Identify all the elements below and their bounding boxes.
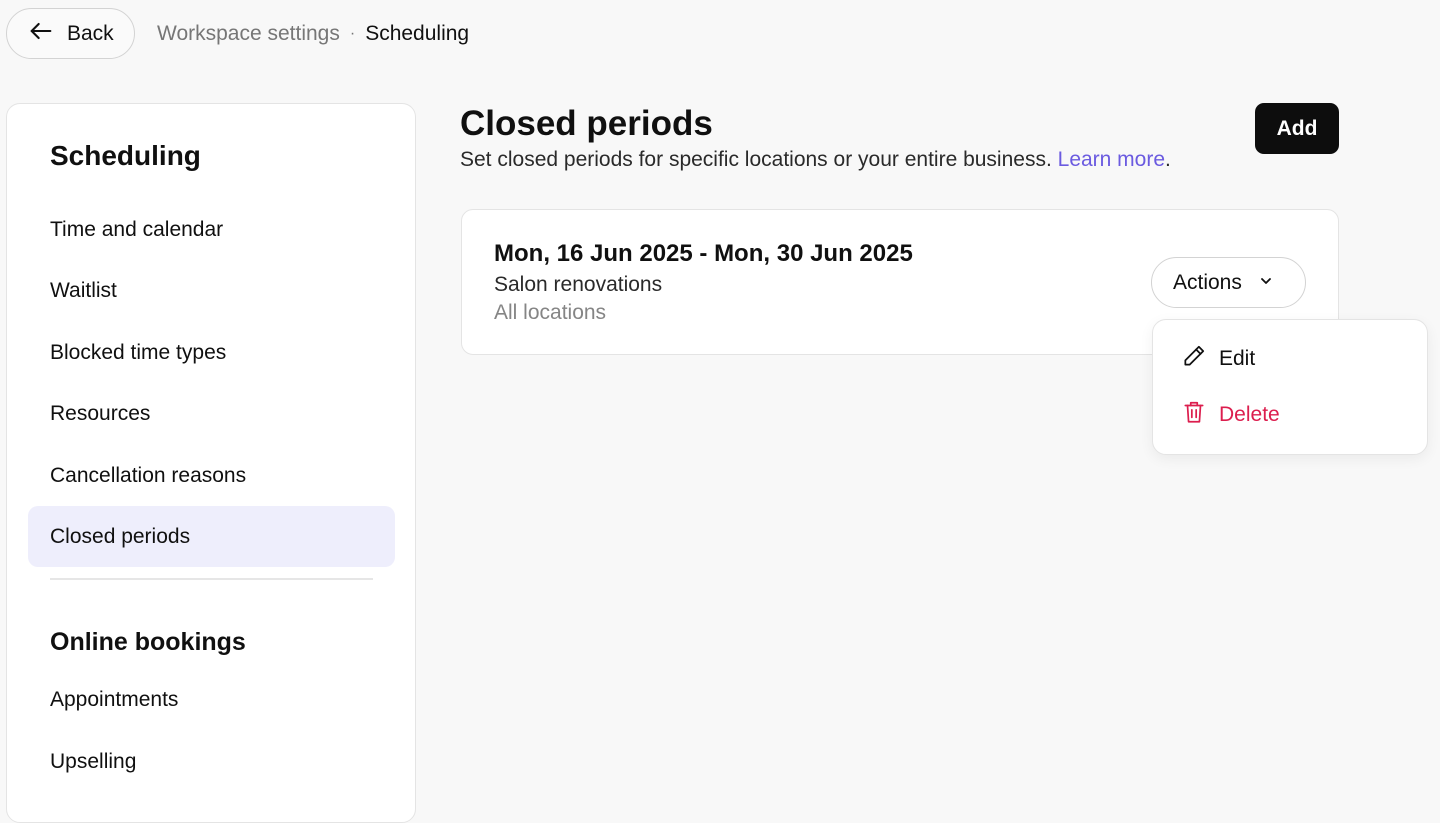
page-title: Closed periods [460, 104, 713, 143]
breadcrumb-current: Scheduling [365, 22, 470, 45]
back-label: Back [67, 21, 114, 45]
menu-item-label: Delete [1219, 403, 1280, 426]
sidebar-item-resources[interactable]: Resources [28, 383, 395, 444]
learn-more-link[interactable]: Learn more [1058, 148, 1165, 171]
menu-item-edit[interactable]: Edit [1181, 341, 1255, 377]
menu-item-delete[interactable]: Delete [1181, 397, 1280, 433]
breadcrumb-parent[interactable]: Workspace settings [157, 22, 340, 46]
page-description: Set closed periods for specific location… [460, 148, 1171, 172]
top-bar: Back Workspace settings · Scheduling [0, 0, 1440, 68]
sidebar-item-time-and-calendar[interactable]: Time and calendar [28, 199, 395, 260]
pencil-icon [1181, 343, 1207, 375]
add-button[interactable]: Add [1255, 103, 1339, 154]
sidebar-item-upselling[interactable]: Upselling [28, 731, 395, 792]
chevron-down-icon [1258, 271, 1274, 295]
trash-icon [1181, 399, 1207, 431]
sidebar-item-closed-periods[interactable]: Closed periods [28, 506, 395, 567]
sidebar-item-waitlist[interactable]: Waitlist [28, 260, 395, 321]
page-description-text: Set closed periods for specific location… [460, 148, 1052, 171]
arrow-left-icon [27, 17, 55, 51]
sidebar-item-cancellation-reasons[interactable]: Cancellation reasons [28, 445, 395, 506]
sidebar-item-label: Upselling [50, 749, 137, 773]
period-dates: Mon, 16 Jun 2025 - Mon, 30 Jun 2025 [494, 240, 913, 267]
sidebar-item-appointments[interactable]: Appointments [28, 669, 395, 730]
sidebar-item-label: Appointments [50, 687, 179, 711]
sidebar-item-label: Time and calendar [50, 217, 224, 241]
actions-label: Actions [1173, 270, 1242, 294]
sidebar-item-label: Resources [50, 401, 151, 425]
sidebar-item-label: Blocked time types [50, 340, 227, 364]
period-name: Salon renovations [494, 273, 663, 296]
actions-dropdown-menu: Edit Delete [1152, 319, 1428, 455]
menu-item-label: Edit [1219, 347, 1256, 370]
sidebar-item-label: Closed periods [50, 524, 191, 548]
page-description-end: . [1165, 148, 1171, 171]
breadcrumb-separator: · [349, 25, 356, 42]
period-locations: All locations [494, 301, 607, 324]
sidebar-section-title-online-bookings: Online bookings [50, 628, 246, 656]
actions-button[interactable]: Actions [1151, 257, 1306, 308]
sidebar-item-label: Cancellation reasons [50, 463, 247, 487]
sidebar-item-label: Waitlist [50, 278, 117, 302]
sidebar-item-blocked-time-types[interactable]: Blocked time types [28, 322, 395, 383]
back-button[interactable]: Back [6, 8, 135, 59]
sidebar-section-title: Scheduling [50, 140, 201, 171]
sidebar-divider [50, 578, 373, 580]
breadcrumb: Workspace settings · Scheduling [157, 19, 469, 49]
settings-sidebar: Scheduling Time and calendar Waitlist Bl… [6, 103, 416, 823]
